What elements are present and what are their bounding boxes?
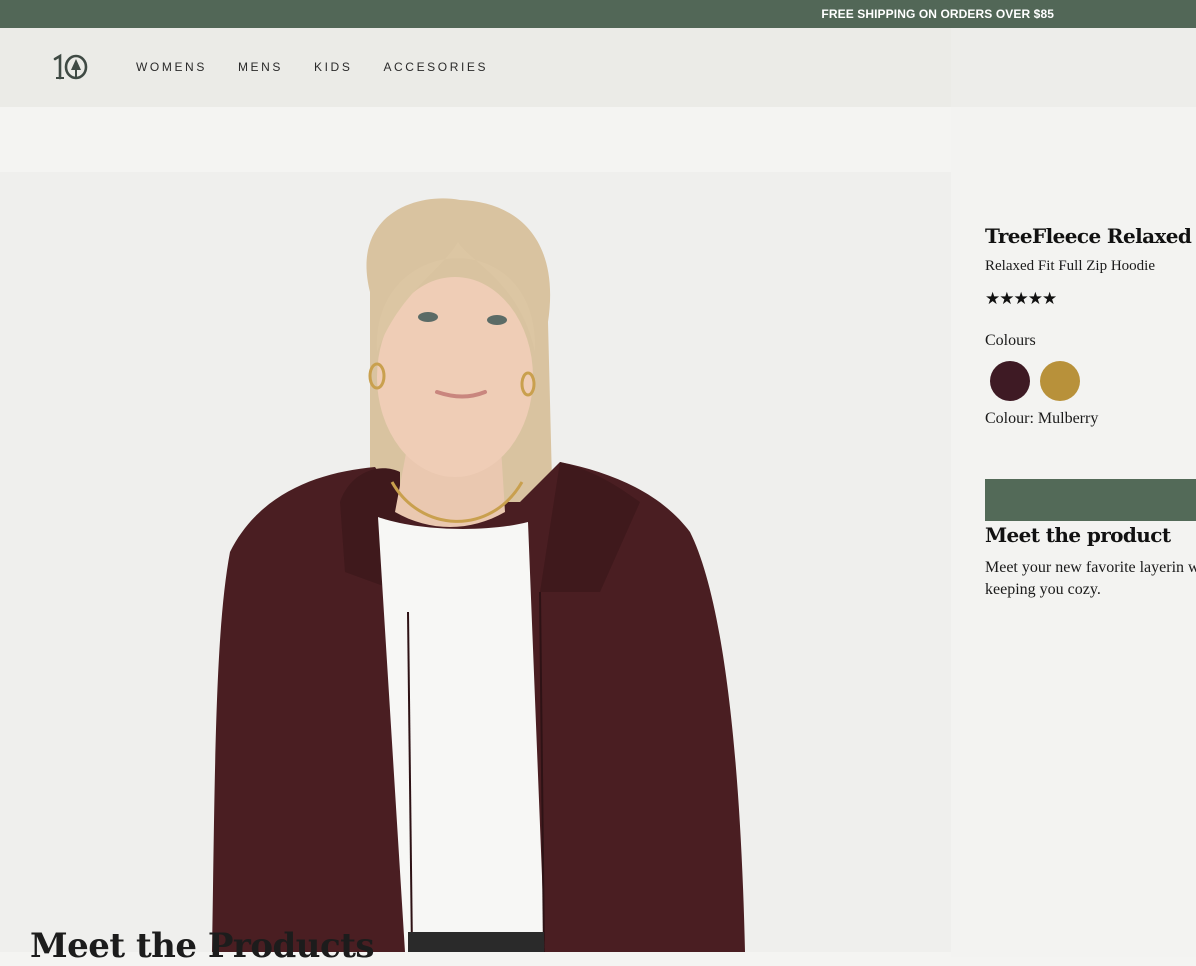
- model-photo-icon: [0, 172, 951, 952]
- brand-logo[interactable]: [52, 53, 88, 81]
- product-subtitle: Relaxed Fit Full Zip Hoodie: [985, 258, 1155, 274]
- gallery-top-spacer: [0, 107, 951, 172]
- swatch-mulberry[interactable]: [990, 361, 1030, 401]
- product-image[interactable]: [0, 172, 951, 952]
- header-right-panel: [951, 28, 1196, 107]
- nav-kids[interactable]: KIDS: [314, 60, 352, 74]
- colours-label: Colours: [985, 332, 1036, 349]
- selected-colour: Colour: Mulberry: [985, 410, 1099, 427]
- product-info-panel: TreeFleece Relaxed Zip Relaxed Fit Full …: [951, 107, 1196, 957]
- meet-product-title: Meet the product: [985, 523, 1171, 547]
- tree-logo-icon: [53, 53, 88, 80]
- add-to-cart-button[interactable]: [985, 479, 1196, 521]
- nav-accessories[interactable]: ACCESORIES: [383, 60, 488, 74]
- product-title: TreeFleece Relaxed Zip: [985, 224, 1196, 248]
- swatch-mustard[interactable]: [1040, 361, 1080, 401]
- main-nav: WOMENS MENS KIDS ACCESORIES: [136, 60, 519, 74]
- products-heading: Meet the Products: [30, 926, 375, 966]
- announcement-bar: FREE SHIPPING ON ORDERS OVER $85: [0, 0, 1196, 28]
- nav-mens[interactable]: MENS: [238, 60, 283, 74]
- announcement-text: FREE SHIPPING ON ORDERS OVER $85: [821, 7, 1054, 21]
- nav-womens[interactable]: WOMENS: [136, 60, 207, 74]
- meet-product-body: Meet your new favorite layerin while kee…: [985, 559, 1196, 598]
- rating-stars[interactable]: ★★★★★: [985, 289, 1057, 309]
